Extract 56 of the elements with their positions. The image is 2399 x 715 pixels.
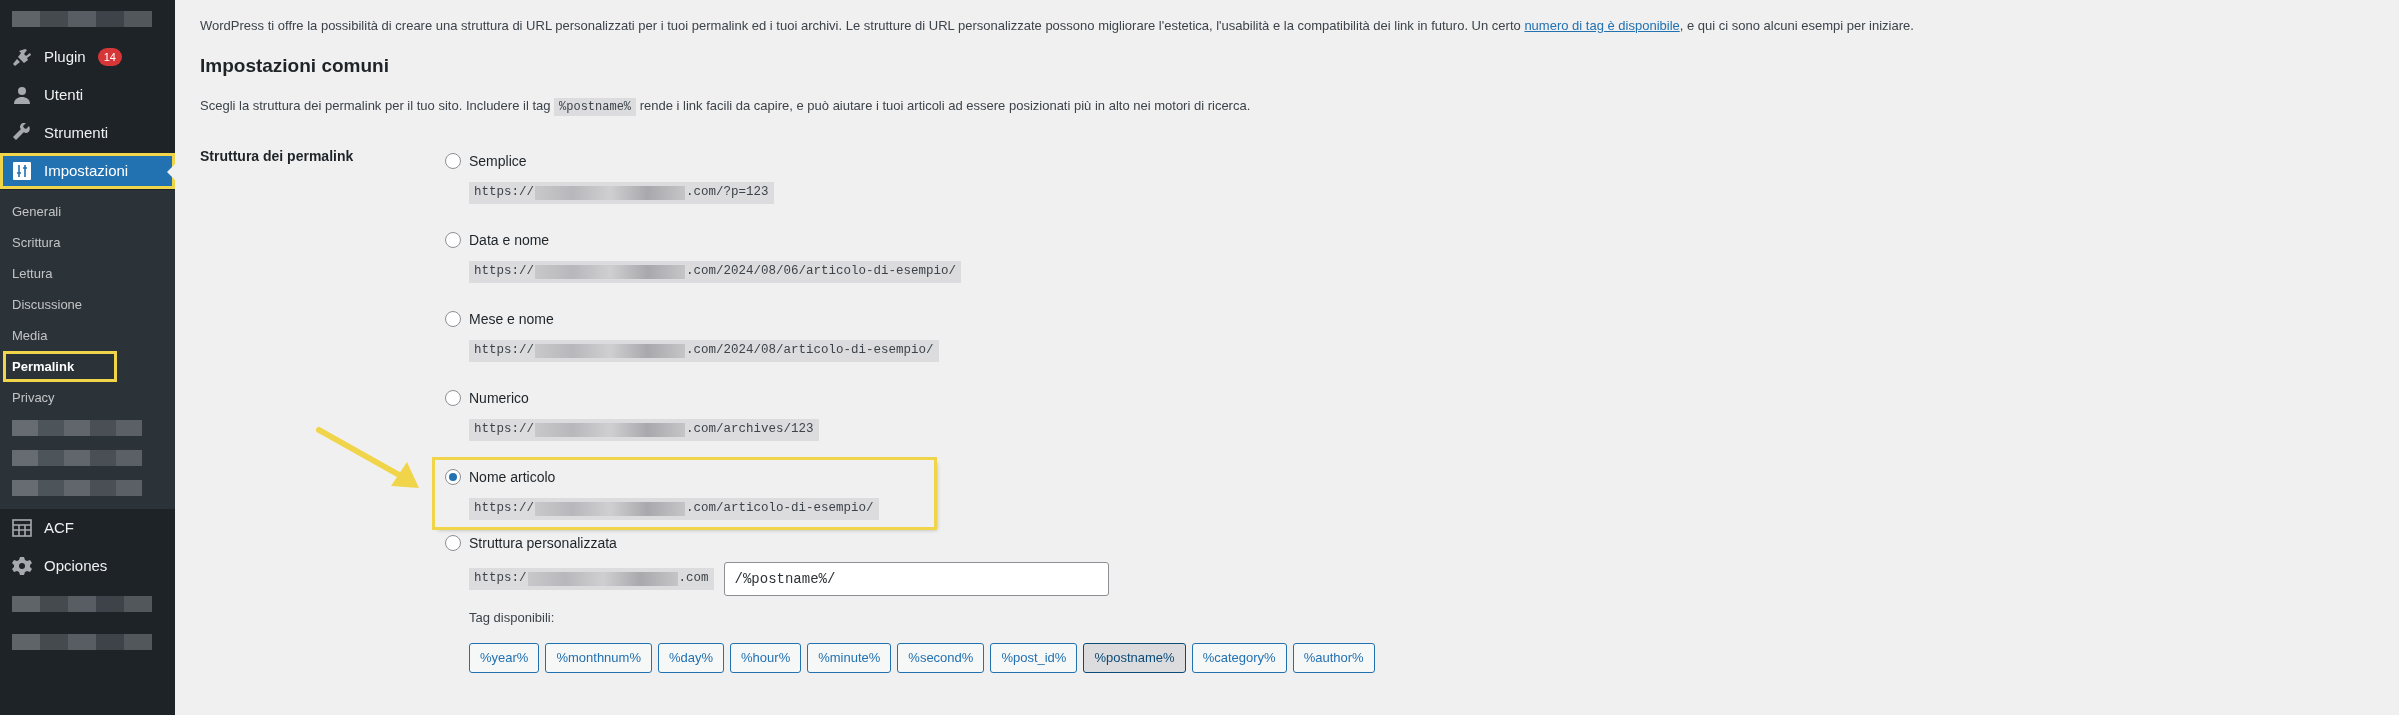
radio-button[interactable] — [445, 153, 461, 169]
sidebar-item[interactable]: Opciones — [0, 548, 175, 584]
radio-button[interactable] — [445, 232, 461, 248]
submenu-item[interactable]: Lettura — [6, 260, 59, 287]
url-example: https:// .com/?p=123 — [469, 181, 774, 204]
submenu-item[interactable]: Media — [6, 322, 54, 349]
current-arrow-icon — [167, 164, 175, 180]
tag-button[interactable]: %day% — [657, 643, 725, 673]
table-icon — [12, 518, 32, 538]
radio-button[interactable] — [445, 390, 461, 406]
tags-label: Tag disponibili: — [469, 608, 556, 627]
user-icon — [12, 85, 32, 105]
description-text: Scegli la struttura dei permalink per il tuo sito. Includere il tag %postname% rende i link facili da capire, e può aiutare i tuoi articoli ad essere posizionati più in alto nei motori di ricerca. — [200, 96, 1252, 118]
radio-button[interactable] — [445, 469, 461, 485]
submenu-item[interactable]: Generali — [6, 198, 68, 225]
docs-link[interactable]: numero di tag è disponibile — [1524, 18, 1680, 33]
url-example: https:// .com/articolo-di-esempio/ — [469, 497, 879, 520]
count-badge: 14 — [97, 48, 122, 66]
option-label[interactable]: Data e nome — [469, 229, 550, 251]
sidebar-item[interactable]: ACF — [0, 510, 175, 546]
radio-button[interactable] — [445, 311, 461, 327]
url-example: https:// .com/2024/08/06/articolo-di-esempio/ — [469, 260, 962, 283]
submenu-item[interactable]: Scrittura — [6, 229, 67, 256]
tag-button[interactable]: %second% — [897, 643, 985, 673]
wrench-icon — [12, 123, 32, 143]
option-label[interactable]: Semplice — [469, 150, 527, 172]
field-label: Struttura dei permalink — [200, 146, 355, 166]
option-label[interactable]: Nome articolo — [469, 466, 556, 488]
plug-icon — [12, 47, 32, 67]
submenu-item[interactable]: Permalink — [6, 353, 115, 380]
sidebar-item[interactable]: Strumenti — [0, 115, 175, 151]
sidebar-item[interactable]: Impostazioni — [0, 153, 175, 189]
url-example: https:// .com/2024/08/articolo-di-esempio/ — [469, 339, 939, 362]
tag-button[interactable]: %minute% — [807, 643, 892, 673]
url-example: https:// .com/archives/123 — [469, 418, 819, 441]
submenu-item[interactable]: Privacy — [6, 384, 61, 411]
section-heading: Impostazioni comuni — [200, 54, 390, 78]
gear-icon — [12, 556, 32, 576]
option-label[interactable]: Numerico — [469, 387, 529, 409]
sidebar-item[interactable]: Plugin 14 — [0, 39, 175, 75]
sidebar-item[interactable]: Utenti — [0, 77, 175, 113]
tag-button[interactable]: %year% — [469, 643, 540, 673]
option-label[interactable]: Mese e nome — [469, 308, 554, 330]
radio-button[interactable] — [445, 535, 461, 551]
intro-text: WordPress ti offre la possibilità di creare una struttura di URL personalizzati per i tuoi permalink ed i tuoi archivi. Le strutture di URL personalizzate possono migliorare l'estetica, l'usabilità e la compatibilità dei link in futuro. Un certo numero di tag è disponibile, e qui ci sono alcuni esempi per iniziare. — [200, 17, 1915, 35]
tag-button[interactable]: %monthnum% — [545, 643, 652, 673]
tag-button[interactable]: %author% — [1292, 643, 1375, 673]
tag-button[interactable]: %hour% — [730, 643, 802, 673]
tag-button[interactable]: %postname% — [1083, 643, 1186, 673]
option-label[interactable]: Struttura personalizzata — [469, 532, 617, 554]
submenu-item[interactable]: Discussione — [6, 291, 89, 318]
structure-input[interactable]: /%postname%/ — [723, 561, 1109, 596]
tag-button[interactable]: %post_id% — [990, 643, 1078, 673]
sliders-icon — [12, 161, 32, 181]
url-example: https:/ .com — [469, 567, 714, 590]
tag-button[interactable]: %category% — [1191, 643, 1287, 673]
